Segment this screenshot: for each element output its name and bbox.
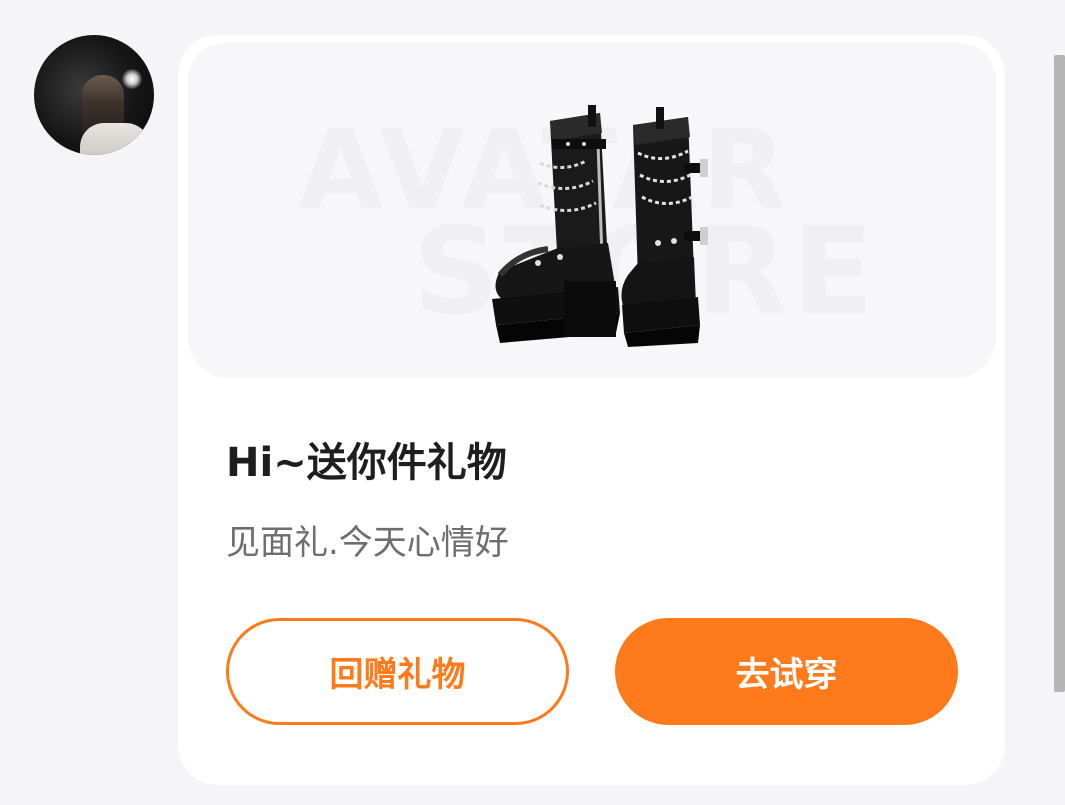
gift-message-card[interactable]: AVATAR STORE: [178, 35, 1005, 785]
try-on-button[interactable]: 去试穿: [615, 618, 958, 725]
return-gift-button[interactable]: 回赠礼物: [226, 618, 569, 725]
gift-subtitle: 见面礼.今天心情好: [226, 523, 509, 563]
sender-avatar[interactable]: [34, 35, 154, 155]
gift-title: Hi~送你件礼物: [226, 440, 507, 486]
product-image-area[interactable]: AVATAR STORE: [188, 43, 996, 378]
avatar-flashlight: [122, 69, 142, 89]
platform-boots-icon: [492, 105, 708, 347]
vertical-scrollbar[interactable]: [1054, 55, 1065, 692]
avatar-shirt: [80, 123, 150, 155]
